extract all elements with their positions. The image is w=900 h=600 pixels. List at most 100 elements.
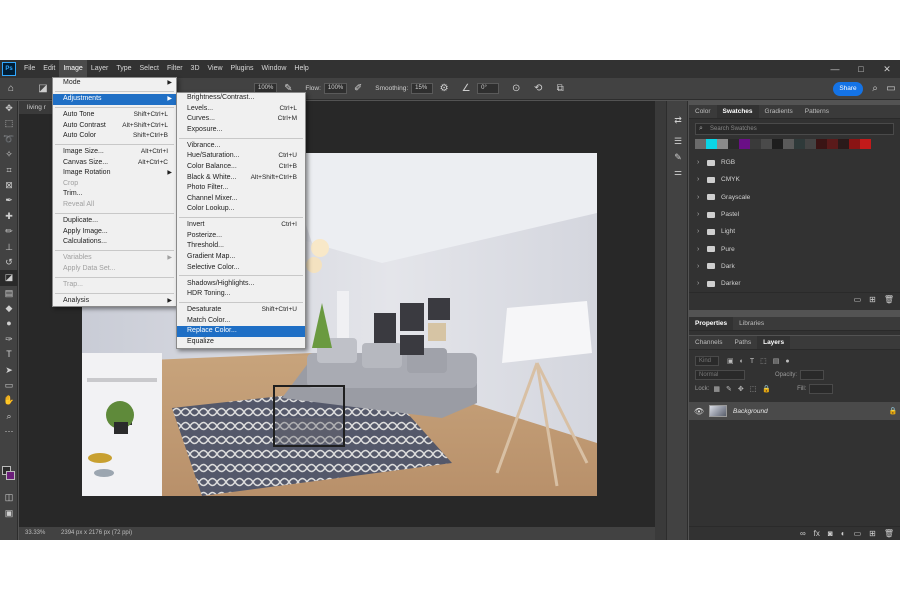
menu-image[interactable]: Image [59, 60, 87, 78]
menu-help[interactable]: Help [290, 60, 312, 78]
angle-icon[interactable]: ∠ [459, 82, 473, 96]
lasso-tool-icon[interactable]: ➰ [0, 132, 18, 147]
quick-mask-icon[interactable]: ◫ [0, 490, 18, 505]
color-swatch[interactable] [750, 139, 761, 149]
crop-tool-icon[interactable]: ⌗ [0, 163, 18, 178]
airbrush-icon[interactable]: ✐ [351, 82, 365, 96]
minimize-icon[interactable]: — [822, 64, 848, 74]
menu-item-levels[interactable]: Levels... Ctrl+L [177, 104, 305, 115]
color-swatch[interactable] [860, 139, 871, 149]
filter-adjustment-icon[interactable]: ◐ [740, 358, 744, 365]
symmetry-icon[interactable]: ⧉ [553, 82, 567, 96]
menu-item-duplicate[interactable]: Duplicate... [53, 216, 176, 227]
filter-type-icon[interactable]: T [750, 358, 754, 365]
chevron-right-icon[interactable]: › [697, 176, 707, 183]
filter-smart-object-icon[interactable]: ▤ [773, 357, 780, 365]
menu-item-analysis[interactable]: Analysis ▶ [53, 296, 176, 307]
brush-tool-icon[interactable]: ✏ [0, 224, 18, 239]
filter-shape-icon[interactable]: ⬚ [760, 357, 767, 365]
menu-item-shadows-highlights[interactable]: Shadows/Highlights... [177, 279, 305, 290]
lock-all-icon[interactable]: 🔒 [762, 385, 771, 393]
chevron-right-icon[interactable]: › [697, 228, 707, 235]
layer-row-background[interactable]: 👁 Background 🔒 [689, 402, 900, 420]
layer-kind-filter[interactable]: Kind [695, 356, 719, 366]
link-layers-icon[interactable]: ∞ [800, 529, 806, 538]
panel-collapse-icon[interactable]: ⇄ [667, 113, 689, 128]
type-tool-icon[interactable]: T [0, 347, 18, 362]
home-icon[interactable]: ⌂ [4, 82, 18, 96]
menu-item-selective-color[interactable]: Selective Color... [177, 263, 305, 274]
menu-item-image-size[interactable]: Image Size... Alt+Ctrl+I [53, 147, 176, 158]
color-swatch[interactable] [739, 139, 750, 149]
search-icon[interactable]: ⌕ [868, 82, 882, 96]
menu-item-posterize[interactable]: Posterize... [177, 231, 305, 242]
menu-item-color-lookup[interactable]: Color Lookup... [177, 204, 305, 215]
swatch-group-rgb[interactable]: › RGB [689, 154, 900, 171]
pen-tool-icon[interactable]: ✑ [0, 332, 18, 347]
frame-tool-icon[interactable]: ⊠ [0, 178, 18, 193]
color-swatch[interactable] [695, 139, 706, 149]
smoothing-field[interactable]: 15% [411, 83, 434, 94]
close-icon[interactable]: ✕ [874, 64, 900, 75]
menu-item-auto-tone[interactable]: Auto Tone Shift+Ctrl+L [53, 110, 176, 121]
opacity-input[interactable] [800, 370, 825, 380]
menu-plugins[interactable]: Plugins [227, 60, 258, 78]
history-brush-tool-icon[interactable]: ↺ [0, 255, 18, 270]
menu-item-trim[interactable]: Trim... [53, 189, 176, 200]
menu-item-replace-color[interactable]: Replace Color... [177, 326, 305, 337]
lock-transparency-icon[interactable]: ▦ [713, 385, 720, 393]
swatch-group-dark[interactable]: › Dark [689, 258, 900, 275]
chevron-right-icon[interactable]: › [697, 194, 707, 201]
tab-libraries[interactable]: Libraries [733, 317, 770, 330]
trash-icon[interactable]: 🗑 [884, 295, 894, 304]
history-panel-icon[interactable]: ☰ [667, 134, 689, 149]
adjustment-layer-icon[interactable]: ◐ [841, 529, 846, 538]
swatch-group-grayscale[interactable]: › Grayscale [689, 189, 900, 206]
tab-color[interactable]: Color [689, 105, 717, 118]
menu-item-image-rotation[interactable]: Image Rotation ▶ [53, 168, 176, 179]
menu-item-apply-image[interactable]: Apply Image... [53, 227, 176, 238]
menu-view[interactable]: View [204, 60, 227, 78]
new-swatch-icon[interactable]: ⊞ [869, 295, 876, 304]
clone-stamp-tool-icon[interactable]: ⊥ [0, 240, 18, 255]
menu-item-canvas-size[interactable]: Canvas Size... Alt+Ctrl+C [53, 158, 176, 169]
chevron-right-icon[interactable]: › [697, 211, 707, 218]
maximize-icon[interactable]: □ [848, 64, 874, 74]
zoom-level[interactable]: 33.33% [25, 530, 45, 536]
menu-item-color-balance[interactable]: Color Balance... Ctrl+B [177, 162, 305, 173]
screen-mode-icon[interactable]: ▣ [0, 506, 18, 521]
share-button[interactable]: Share [833, 82, 863, 96]
layer-lock-icon[interactable]: 🔒 [886, 407, 900, 415]
move-tool-icon[interactable]: ✥ [0, 101, 18, 116]
menu-item-invert[interactable]: Invert Ctrl+I [177, 220, 305, 231]
menu-item-auto-color[interactable]: Auto Color Shift+Ctrl+B [53, 131, 176, 142]
menu-item-exposure[interactable]: Exposure... [177, 125, 305, 136]
zoom-tool-icon[interactable]: ⌕ [0, 409, 18, 424]
chevron-right-icon[interactable]: › [697, 280, 707, 287]
menu-window[interactable]: Window [258, 60, 291, 78]
lock-position-icon[interactable]: ✥ [738, 385, 744, 393]
workspace-icon[interactable]: ▭ [884, 82, 898, 96]
menu-item-mode[interactable]: Mode ▶ [53, 78, 176, 89]
blend-mode-select[interactable]: Normal [695, 370, 745, 380]
more-tools-icon[interactable]: ⋯ [0, 424, 18, 439]
menu-type[interactable]: Type [112, 60, 135, 78]
chevron-right-icon[interactable]: › [697, 159, 707, 166]
filter-toggle-icon[interactable]: ● [785, 358, 789, 365]
menu-3d[interactable]: 3D [187, 60, 204, 78]
path-selection-tool-icon[interactable]: ➤ [0, 363, 18, 378]
tab-paths[interactable]: Paths [728, 336, 757, 349]
swatch-group-light[interactable]: › Light [689, 223, 900, 240]
swatch-group-pure[interactable]: › Pure [689, 240, 900, 257]
eye-icon[interactable]: 👁 [689, 407, 709, 416]
menu-item-channel-mixer[interactable]: Channel Mixer... [177, 194, 305, 205]
menu-item-vibrance[interactable]: Vibrance... [177, 141, 305, 152]
menu-edit[interactable]: Edit [39, 60, 59, 78]
background-color-swatch[interactable] [6, 471, 15, 480]
color-swatch[interactable] [827, 139, 838, 149]
fill-input[interactable] [809, 384, 834, 394]
eraser-tool-icon[interactable]: ◪ [36, 82, 50, 96]
layer-style-icon[interactable]: fx [814, 529, 820, 538]
marquee-tool-icon[interactable]: ⬚ [0, 116, 18, 131]
color-swatch[interactable] [783, 139, 794, 149]
